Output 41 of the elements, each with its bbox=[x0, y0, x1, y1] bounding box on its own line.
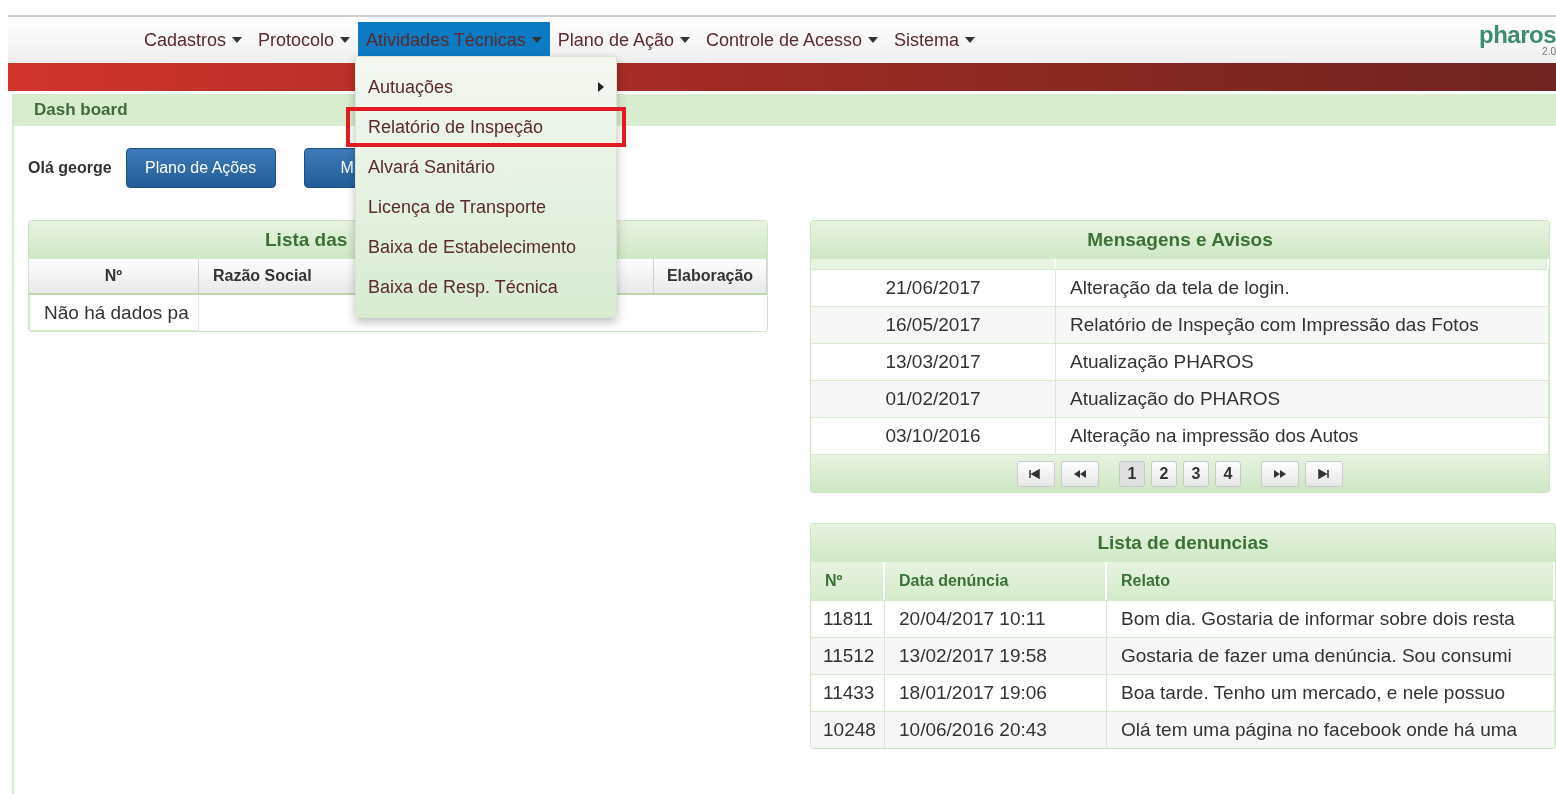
panel-title: Lista de denuncias bbox=[1097, 532, 1269, 554]
column-header: Nº bbox=[29, 259, 199, 293]
nav-menu[interactable]: Controle de Acesso bbox=[697, 22, 887, 58]
nav-menu[interactable]: Protocolo bbox=[250, 22, 359, 58]
panel-title: Mensagens e Avisos bbox=[1087, 229, 1273, 251]
page-button[interactable]: 1 bbox=[1119, 460, 1145, 487]
action-button[interactable]: Plano de Ações bbox=[125, 148, 276, 188]
caret-icon bbox=[531, 37, 542, 43]
table-cell: 10248 bbox=[811, 712, 885, 748]
first-page-button[interactable] bbox=[1017, 460, 1055, 487]
caret-icon bbox=[340, 37, 351, 43]
menu-item[interactable]: Autuações bbox=[356, 67, 616, 107]
menu-item[interactable]: Licença de Transporte bbox=[356, 187, 616, 227]
menu-item[interactable]: Relatório de Inspeção bbox=[346, 107, 626, 147]
nav-menu[interactable]: Plano de Ação bbox=[549, 22, 698, 58]
previous-page-button[interactable] bbox=[1061, 460, 1099, 487]
menu-item[interactable]: Baixa de Estabelecimento bbox=[356, 227, 616, 267]
double-arrow-icon bbox=[1072, 467, 1088, 480]
next-page-button[interactable] bbox=[1261, 460, 1299, 487]
page-button[interactable]: 4 bbox=[1215, 460, 1241, 487]
double-arrow-icon bbox=[1272, 467, 1288, 480]
nav-menu[interactable]: Sistema bbox=[886, 22, 984, 58]
empty-message: Não há dados pa bbox=[29, 295, 199, 331]
menu-item[interactable]: Alvará Sanitário bbox=[356, 147, 616, 187]
caret-icon bbox=[868, 37, 879, 43]
page-button[interactable]: 2 bbox=[1151, 460, 1177, 487]
panel-title: Lista das bbox=[265, 229, 348, 251]
caret-icon bbox=[965, 37, 976, 43]
caret-icon bbox=[232, 37, 243, 43]
table-cell: 10/06/2016 20:43 bbox=[885, 712, 1107, 748]
skip-icon bbox=[1316, 467, 1332, 480]
caret-icon bbox=[679, 37, 690, 43]
logo: pharos 2.0 bbox=[1479, 23, 1556, 57]
column-header: Elaboração bbox=[654, 259, 767, 293]
greeting: Olá george bbox=[28, 159, 112, 177]
page-button[interactable]: 3 bbox=[1183, 460, 1209, 487]
last-page-button[interactable] bbox=[1305, 460, 1343, 487]
table-cell: Olá tem uma página no facebook onde há uma bbox=[1107, 712, 1555, 748]
nav-menu[interactable]: Cadastros bbox=[136, 22, 251, 58]
dashboard-title: Dash board bbox=[34, 100, 128, 120]
menu-item[interactable]: Baixa de Resp. Técnica bbox=[356, 267, 616, 307]
